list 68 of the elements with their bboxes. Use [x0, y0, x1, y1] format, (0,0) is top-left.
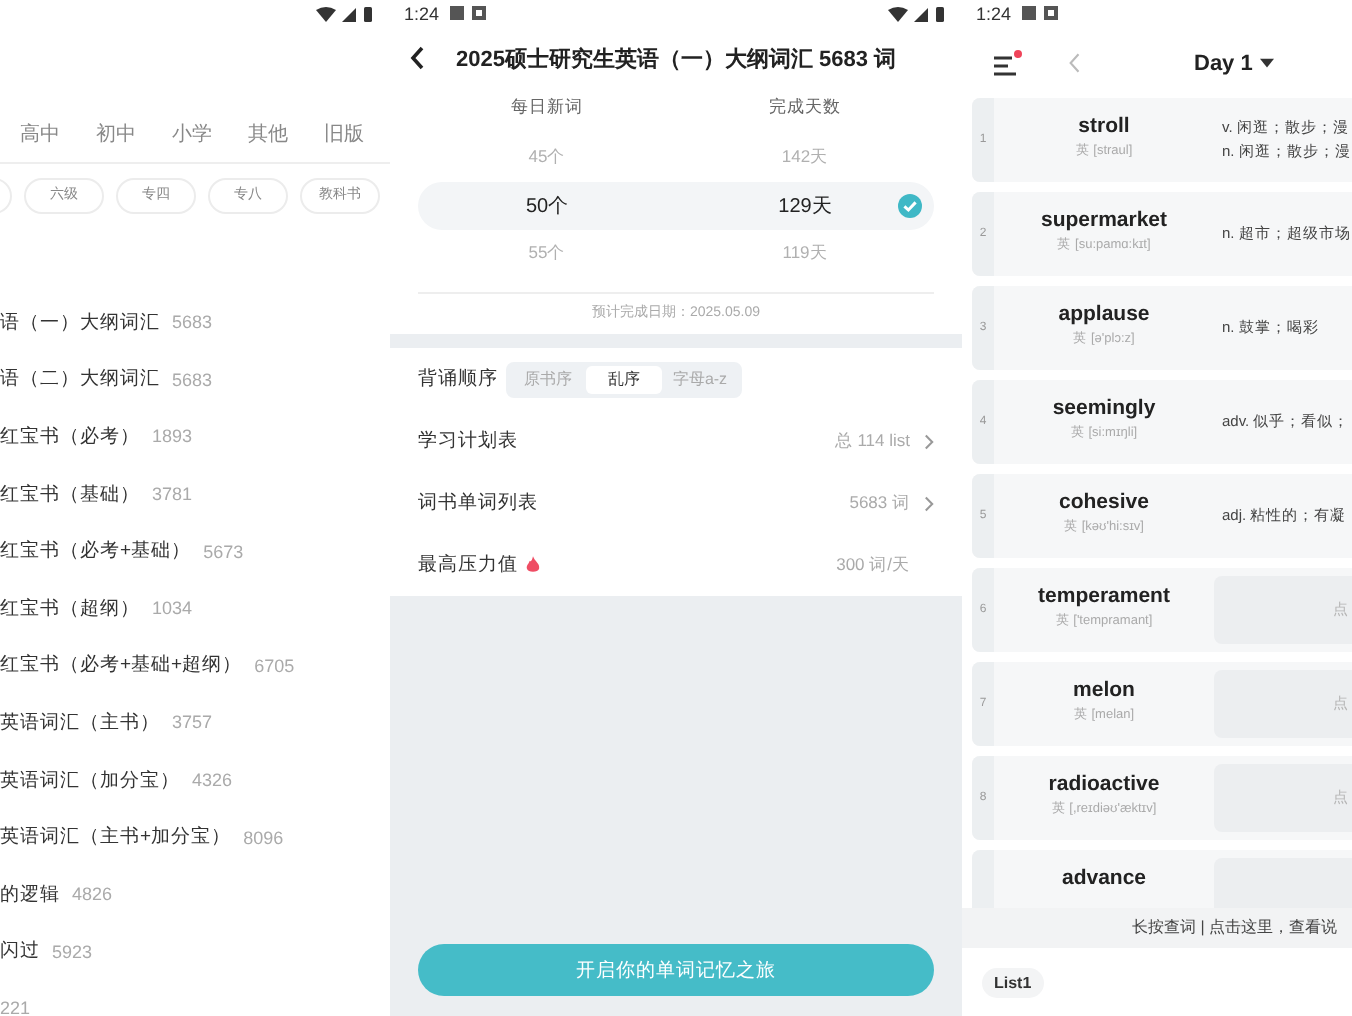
word-count: 1893: [152, 426, 193, 447]
page-title: 2025硕士研究生英语（一）大纲词汇 5683 词: [453, 45, 899, 73]
status-time: 1:24: [404, 4, 440, 24]
word-count: 3781: [152, 484, 193, 505]
category-tab[interactable]: 小学: [154, 120, 230, 148]
notification-icons: [1021, 6, 1062, 22]
status-icons: [316, 6, 376, 22]
setting-value: 300 词/天: [836, 553, 910, 577]
book-title[interactable]: 英语词汇（主书）: [0, 709, 160, 736]
word-card[interactable]: advance: [972, 850, 1352, 908]
setting-label: 最高压力值: [418, 552, 518, 578]
column-heading: 每日新词: [509, 96, 585, 120]
book-title[interactable]: 红宝书（基础）: [0, 481, 140, 508]
list-tab[interactable]: List1: [982, 967, 1044, 997]
word-count: 1034: [152, 598, 193, 619]
plan-option[interactable]: 50个 129天: [418, 182, 934, 230]
book-title[interactable]: 英语词汇（加分宝）: [0, 767, 180, 794]
word-count: 5673: [203, 541, 244, 562]
notification-icons: [449, 6, 490, 22]
book-title[interactable]: 语（二）大纲词汇: [0, 366, 160, 393]
word-count: 8096: [243, 827, 284, 848]
setting-label: 背诵顺序: [418, 366, 498, 392]
hint-bar[interactable]: 长按查词 | 点击这里，查看说: [962, 908, 1352, 948]
word: applause: [1058, 302, 1150, 326]
book-title[interactable]: 红宝书（必考+基础）: [0, 538, 192, 565]
setting-value: 总 114 list: [834, 429, 910, 453]
back-icon[interactable]: [410, 46, 426, 70]
book-title[interactable]: 红宝书（必考+基础+超纲）: [0, 652, 243, 679]
status-icons: [888, 6, 948, 22]
setting-value: 5683 词: [849, 491, 910, 515]
word: temperament: [1038, 584, 1170, 608]
status-time: 1:24: [976, 4, 1012, 24]
word-count: 5683: [172, 312, 213, 333]
book-title[interactable]: 闪过: [0, 938, 40, 965]
check-icon: [898, 194, 922, 218]
word: melon: [1073, 678, 1135, 702]
category-tab[interactable]: 旧版: [306, 120, 382, 148]
column-heading: 完成天数: [767, 96, 843, 120]
day-dropdown[interactable]: Day 1: [1194, 51, 1275, 75]
chevron-right-icon[interactable]: [924, 433, 934, 449]
word-count: 4826: [72, 884, 113, 905]
book-title[interactable]: 红宝书（超纲）: [0, 595, 140, 622]
category-tab[interactable]: 其他: [230, 120, 306, 148]
word: stroll: [1078, 114, 1130, 138]
category-tab[interactable]: 初中: [78, 120, 154, 148]
setting-label: 词书单词列表: [418, 490, 538, 516]
word: cohesive: [1059, 490, 1149, 514]
flame-icon: [526, 556, 540, 574]
word: radioactive: [1048, 772, 1160, 796]
word-count: 221: [0, 998, 31, 1016]
caret-icon: [1260, 58, 1275, 68]
order-option[interactable]: 乱序: [586, 365, 662, 393]
book-title[interactable]: 红宝书（必考）: [0, 423, 140, 450]
word-count: 5923: [52, 941, 93, 962]
book-title[interactable]: 英语词汇（主书+加分宝）: [0, 824, 232, 851]
menu-icon[interactable]: [992, 49, 1024, 77]
word: advance: [1061, 866, 1147, 890]
category-tab[interactable]: 高中: [2, 120, 78, 148]
word: supermarket: [1040, 208, 1168, 232]
setting-label: 学习计划表: [418, 428, 518, 454]
book-title[interactable]: 语（一）大纲词汇: [0, 309, 160, 336]
word: seemingly: [1052, 396, 1156, 420]
word-count: 6705: [254, 655, 295, 676]
word-count: 5683: [172, 369, 213, 390]
word-count: 4326: [192, 770, 233, 791]
word-count: 3757: [172, 712, 213, 733]
chevron-right-icon[interactable]: [924, 495, 934, 511]
book-title[interactable]: 的逻辑: [0, 881, 60, 908]
